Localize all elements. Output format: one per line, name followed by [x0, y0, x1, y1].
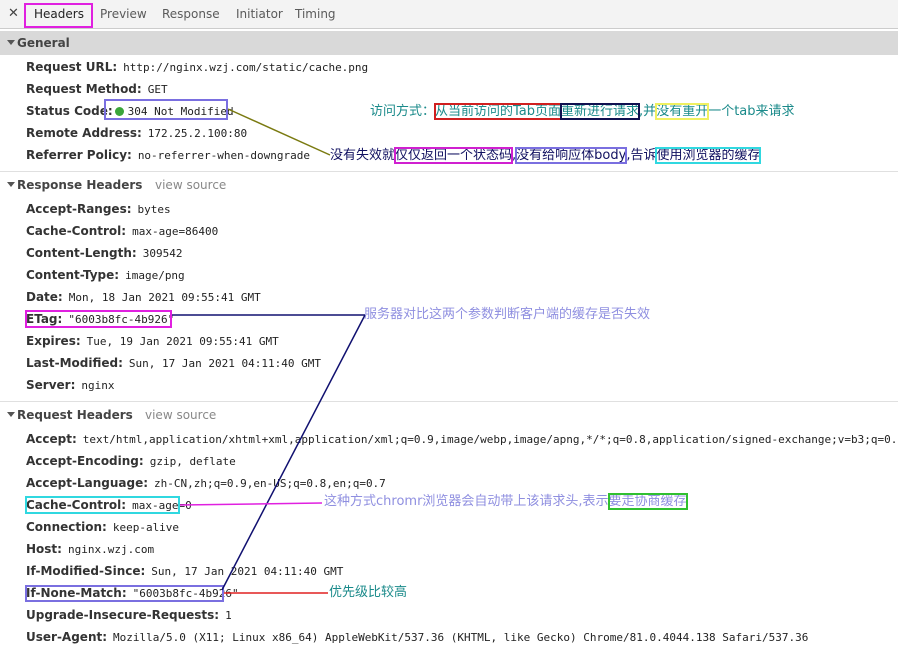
- annotation-cache-control: 这种方式chromr浏览器会自动带上该请求头,表示要走协商缓存: [324, 493, 688, 510]
- cache-control-connector-line: [179, 502, 323, 506]
- annotation-status-code: 没有失效就仅仅返回一个状态码,没有给响应体body,告诉使用浏览器的缓存: [330, 147, 762, 164]
- annotation-request-method: 访问方式：从当前访问的Tab页面重新进行请求,并没有重开一个tab来请求: [370, 103, 795, 120]
- status-connector-line: [227, 108, 331, 156]
- annotation-priority: 优先级比较高: [329, 585, 408, 600]
- annotation-etag-compare: 服务器对比这两个参数判断客户端的缓存是否失效: [364, 307, 651, 322]
- if-none-match-connector-line: [221, 314, 366, 591]
